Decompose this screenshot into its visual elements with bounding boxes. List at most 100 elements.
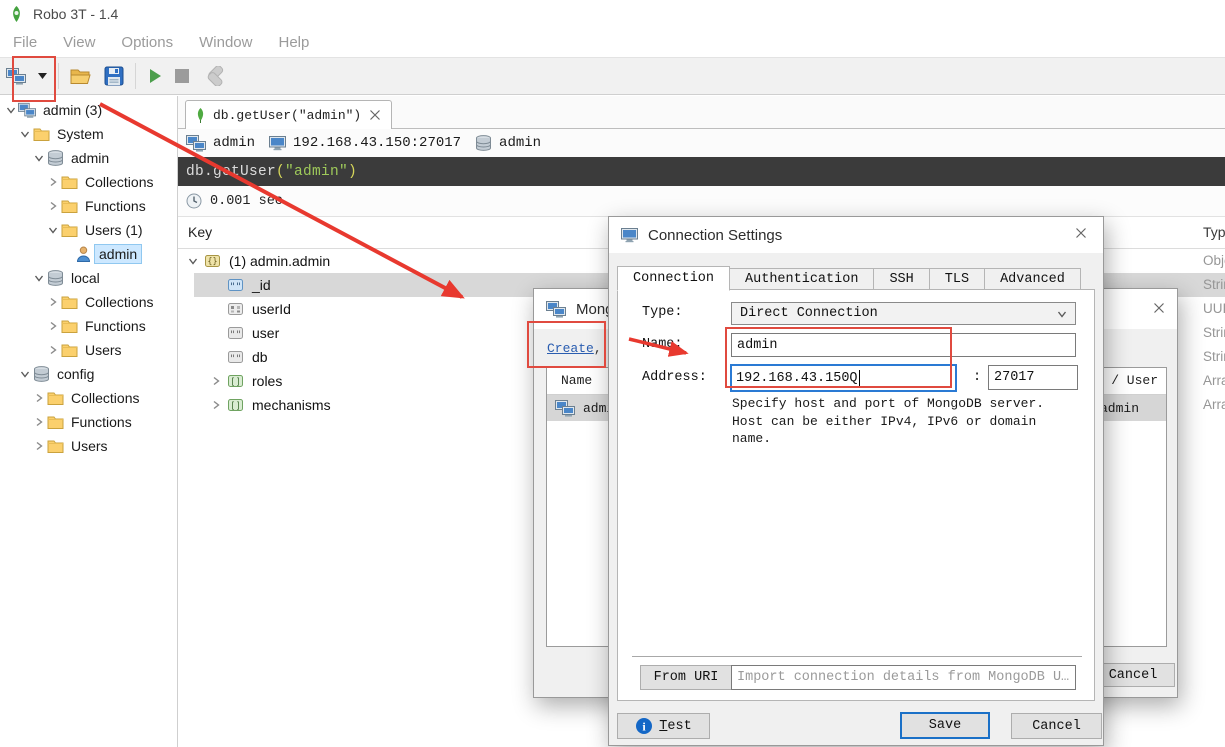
tree-item-collections[interactable]: Collections	[0, 290, 177, 314]
folder-icon	[60, 223, 78, 237]
column-header-key[interactable]: Key	[188, 224, 212, 240]
query-token: db.getUser	[186, 163, 277, 180]
result-key-label: mechanisms	[252, 397, 331, 413]
tree-item-label: Functions	[85, 318, 146, 334]
column-header-type[interactable]: Type	[1203, 224, 1225, 240]
chevron-right-icon[interactable]	[46, 345, 60, 355]
query-editor[interactable]: db.getUser("admin")	[178, 157, 1225, 186]
server-indicator: 192.168.43.150:27017	[269, 135, 461, 151]
chevron-down-icon[interactable]	[4, 105, 18, 115]
chevron-right-icon[interactable]	[46, 297, 60, 307]
chevron-right-icon[interactable]	[46, 177, 60, 187]
tree-item-users[interactable]: Users	[0, 434, 177, 458]
chevron-down-icon[interactable]	[186, 256, 200, 266]
server-connection-icon	[186, 134, 206, 152]
tree-item-label: config	[57, 366, 95, 382]
menu-file[interactable]: File	[0, 34, 50, 51]
tab-advanced[interactable]: Advanced	[984, 268, 1081, 290]
result-type-cell: Array	[1203, 373, 1225, 388]
chevron-down-icon[interactable]	[18, 129, 32, 139]
dropdown-caret-icon	[38, 73, 47, 79]
info-icon: i	[635, 717, 653, 735]
tree-item-users[interactable]: Users	[0, 338, 177, 362]
query-token: (	[276, 163, 286, 180]
toolbar-separator	[135, 63, 136, 89]
address-port-separator: :	[973, 370, 982, 385]
server-connection-icon	[18, 102, 36, 119]
database-icon	[46, 270, 64, 286]
tab-ssh[interactable]: SSH	[873, 268, 930, 290]
cancel-button[interactable]: Cancel	[1011, 713, 1102, 739]
chevron-right-icon[interactable]	[32, 417, 46, 427]
save-script-button[interactable]	[98, 60, 130, 92]
database-icon	[46, 150, 64, 166]
folder-icon	[60, 199, 78, 213]
close-icon[interactable]	[369, 109, 381, 121]
tree-item-collections[interactable]: Collections	[0, 170, 177, 194]
save-button[interactable]: Save	[900, 712, 990, 739]
menu-help[interactable]: Help	[265, 34, 322, 51]
open-script-button[interactable]	[64, 60, 98, 92]
stop-query-button[interactable]	[169, 60, 195, 92]
orientation-toggle-button[interactable]	[195, 60, 233, 92]
chevron-right-icon[interactable]	[32, 393, 46, 403]
import-uri-input[interactable]	[731, 665, 1076, 690]
tree-item-config[interactable]: config	[0, 362, 177, 386]
query-tab[interactable]: db.getUser("admin")	[185, 100, 393, 129]
menu-options[interactable]: Options	[108, 34, 186, 51]
chevron-down-icon[interactable]	[18, 369, 32, 379]
svg-text:"": ""	[229, 330, 241, 340]
port-input[interactable]	[988, 365, 1078, 390]
tree-item-admin[interactable]: admin	[0, 242, 177, 266]
chevron-down-icon[interactable]	[46, 225, 60, 235]
result-key-label: db	[252, 349, 268, 365]
tab-tls[interactable]: TLS	[928, 268, 986, 290]
query-status-bar: 0.001 sec.	[178, 186, 1225, 217]
address-input[interactable]: 192.168.43.150Q	[730, 364, 957, 392]
tab-authentication[interactable]: Authentication	[729, 268, 875, 290]
tree-item-collections[interactable]: Collections	[0, 386, 177, 410]
tree-item-users-1[interactable]: Users (1)	[0, 218, 177, 242]
folder-icon	[32, 127, 50, 141]
chevron-right-icon[interactable]	[32, 441, 46, 451]
tree-item-local[interactable]: local	[0, 266, 177, 290]
result-type-cell: UUID	[1203, 301, 1225, 316]
tree-item-admin[interactable]: admin	[0, 146, 177, 170]
menu-window[interactable]: Window	[186, 34, 265, 51]
chevron-right-icon[interactable]	[209, 400, 223, 410]
folder-icon	[60, 175, 78, 189]
tab-bar: db.getUser("admin")	[178, 96, 1225, 129]
query-tab-label: db.getUser("admin")	[213, 107, 362, 123]
tree-item-label: admin	[93, 244, 143, 264]
plugin-icon	[201, 66, 227, 86]
tree-item-label: Users (1)	[85, 222, 143, 238]
chevron-right-icon[interactable]	[46, 201, 60, 211]
close-icon[interactable]	[1075, 227, 1087, 239]
connection-name-input[interactable]	[731, 333, 1076, 357]
execute-query-button[interactable]	[141, 60, 169, 92]
chevron-down-icon[interactable]	[32, 273, 46, 283]
tree-item-functions[interactable]: Functions	[0, 410, 177, 434]
tab-connection[interactable]: Connection	[617, 266, 731, 291]
chevron-right-icon[interactable]	[46, 321, 60, 331]
tree-item-label: Collections	[71, 390, 140, 406]
chevron-down-icon	[1057, 309, 1067, 319]
from-uri-button[interactable]: From URI	[640, 665, 732, 690]
connection-type-select[interactable]: Direct Connection	[731, 302, 1076, 325]
manage-connections-button[interactable]	[0, 60, 32, 92]
tree-item-label: Users	[71, 438, 108, 454]
tree-item-system[interactable]: System	[0, 122, 177, 146]
tree-item-admin-3[interactable]: admin (3)	[0, 98, 177, 122]
close-icon[interactable]	[1153, 302, 1165, 314]
string-icon-blue: ""	[227, 279, 243, 291]
menu-view[interactable]: View	[50, 34, 108, 51]
tree-item-functions[interactable]: Functions	[0, 194, 177, 218]
connections-dropdown-caret[interactable]	[32, 60, 53, 92]
chevron-down-icon[interactable]	[32, 153, 46, 163]
tree-item-functions[interactable]: Functions	[0, 314, 177, 338]
connection-tab-panel: Type: Direct Connection Name: Address: 1…	[617, 289, 1095, 701]
chevron-right-icon[interactable]	[209, 376, 223, 386]
column-header-name[interactable]: Name	[561, 373, 592, 388]
create-connection-link[interactable]: Create	[547, 341, 594, 356]
test-button[interactable]: i Test	[617, 713, 710, 739]
